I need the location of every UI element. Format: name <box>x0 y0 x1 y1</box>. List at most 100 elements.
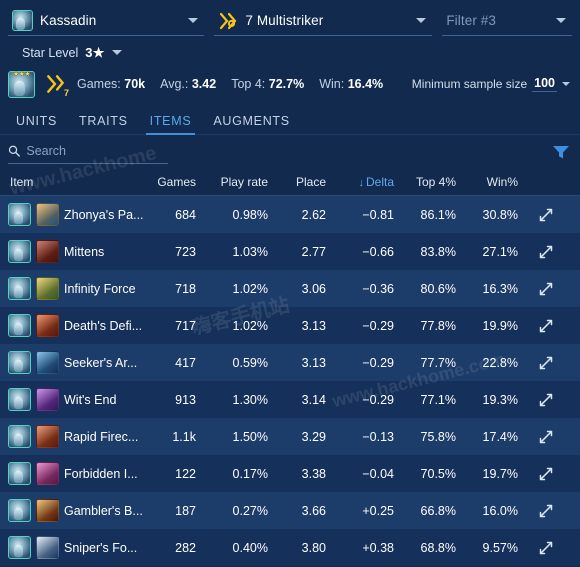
column-header-win[interactable]: Win% <box>466 175 528 189</box>
trait-filter-dropdown[interactable]: 7 Multistriker <box>214 6 433 36</box>
item-name: Forbidden I... <box>64 466 138 481</box>
expand-cell[interactable] <box>528 393 564 407</box>
expand-cell[interactable] <box>528 208 564 222</box>
table-row[interactable]: Wit's End 913 1.30% 3.14 −0.29 77.1% 19.3% <box>0 381 580 418</box>
expand-diagonal-icon[interactable] <box>539 504 553 518</box>
min-sample-size-control[interactable]: Minimum sample size 100 <box>412 76 570 92</box>
table-row[interactable]: Gambler's B... 187 0.27% 3.66 +0.25 66.8% 16.0… <box>0 492 580 529</box>
tab-augments[interactable]: AUGMENTS <box>213 114 289 134</box>
expand-diagonal-icon[interactable] <box>539 245 553 259</box>
win-cell: 17.4% <box>482 429 518 444</box>
item-cell: Rapid Firec... <box>0 425 148 448</box>
item-name: Mittens <box>64 244 105 259</box>
chevron-down-icon[interactable] <box>556 18 566 23</box>
tab-units[interactable]: UNITS <box>16 114 57 134</box>
expand-cell[interactable] <box>528 245 564 259</box>
top4-cell: 86.1% <box>420 207 456 222</box>
games-cell: 417 <box>175 355 196 370</box>
avg-stat-label: Avg.: <box>160 77 189 91</box>
column-header-games[interactable]: Games <box>148 175 206 189</box>
tab-items[interactable]: ITEMS <box>145 114 196 135</box>
table-row[interactable]: Seeker's Ar... 417 0.59% 3.13 −0.29 77.7% 22.8… <box>0 344 580 381</box>
filter-bar: Kassadin 7 Multistriker Filter #3 <box>0 0 580 36</box>
chevron-down-icon[interactable] <box>416 18 427 23</box>
play-rate-cell: 1.50% <box>232 429 268 444</box>
tab-traits[interactable]: TRAITS <box>79 114 128 134</box>
table-row[interactable]: Infinity Force 718 1.02% 3.06 −0.36 80.6% 16.3… <box>0 270 580 307</box>
champion-portrait-icon <box>8 388 31 411</box>
avg-stat: Avg.: 3.42 <box>160 77 216 91</box>
table-row[interactable]: Death's Defi... 717 1.02% 3.13 −0.29 77.8% 19.… <box>0 307 580 344</box>
expand-diagonal-icon[interactable] <box>539 393 553 407</box>
expand-cell[interactable] <box>528 467 564 481</box>
third-filter-dropdown[interactable]: Filter #3 <box>442 6 572 36</box>
items-table-body: Zhonya's Pa... 684 0.98% 2.62 −0.81 86.1% 30.8… <box>0 196 580 566</box>
star-level-filter[interactable]: Star Level 3★ <box>0 36 580 62</box>
item-cell: Seeker's Ar... <box>0 351 148 374</box>
expand-diagonal-icon[interactable] <box>539 467 553 481</box>
win-cell: 27.1% <box>482 244 518 259</box>
expand-diagonal-icon[interactable] <box>539 356 553 370</box>
star-rating-icon: ★★★ <box>12 70 31 78</box>
item-name: Seeker's Ar... <box>64 355 138 370</box>
table-row[interactable]: Zhonya's Pa... 684 0.98% 2.62 −0.81 86.1% 30.8… <box>0 196 580 233</box>
expand-diagonal-icon[interactable] <box>539 541 553 555</box>
expand-cell[interactable] <box>528 356 564 370</box>
expand-cell[interactable] <box>528 319 564 333</box>
champion-filter-dropdown[interactable]: Kassadin <box>8 6 205 36</box>
table-row[interactable]: Rapid Firec... 1.1k 1.50% 3.29 −0.13 75.8% 17.… <box>0 418 580 455</box>
item-name: Sniper's Fo... <box>64 540 138 555</box>
item-icon <box>36 240 59 263</box>
table-row[interactable]: Forbidden I... 122 0.17% 3.38 −0.04 70.5% 19.7… <box>0 455 580 492</box>
expand-cell[interactable] <box>528 282 564 296</box>
search-box[interactable] <box>8 140 168 164</box>
place-cell: 2.62 <box>301 207 326 222</box>
win-cell: 19.7% <box>482 466 518 481</box>
top4-cell: 75.8% <box>420 429 456 444</box>
expand-diagonal-icon[interactable] <box>539 208 553 222</box>
expand-cell[interactable] <box>528 541 564 555</box>
item-icon <box>36 277 59 300</box>
table-row[interactable]: Sniper's Fo... 282 0.40% 3.80 +0.38 68.8% 9.57… <box>0 529 580 566</box>
place-cell: 3.13 <box>301 318 326 333</box>
place-cell: 3.13 <box>301 355 326 370</box>
column-header-item[interactable]: Item <box>0 175 148 189</box>
expand-diagonal-icon[interactable] <box>539 430 553 444</box>
star-level-value: 3★ <box>85 44 105 60</box>
delta-cell: −0.29 <box>362 318 394 333</box>
champion-portrait-icon <box>8 314 31 337</box>
delta-cell: −0.66 <box>362 244 394 259</box>
column-header-top4[interactable]: Top 4% <box>404 175 466 189</box>
play-rate-cell: 0.98% <box>232 207 268 222</box>
chevron-down-icon[interactable] <box>188 18 199 23</box>
expand-cell[interactable] <box>528 504 564 518</box>
table-row[interactable]: Mittens 723 1.03% 2.77 −0.66 83.8% 27.1% <box>0 233 580 270</box>
place-cell: 3.80 <box>301 540 326 555</box>
item-icon <box>36 314 59 337</box>
min-sample-size-value[interactable]: 100 <box>532 76 557 92</box>
champion-portrait-icon: ★★★ <box>8 70 35 98</box>
column-header-place[interactable]: Place <box>278 175 336 189</box>
games-cell: 913 <box>175 392 196 407</box>
main-tabs: UNITS TRAITS ITEMS AUGMENTS <box>0 102 580 135</box>
expand-diagonal-icon[interactable] <box>539 282 553 296</box>
games-cell: 684 <box>175 207 196 222</box>
games-cell: 187 <box>175 503 196 518</box>
item-cell: Gambler's B... <box>0 499 148 522</box>
column-header-delta[interactable]: ↓ Delta <box>336 175 404 189</box>
expand-diagonal-icon[interactable] <box>539 319 553 333</box>
chevron-down-icon[interactable] <box>562 82 570 86</box>
filter-funnel-icon[interactable] <box>552 144 570 160</box>
item-icon <box>36 388 59 411</box>
delta-cell: −0.29 <box>362 355 394 370</box>
top4-cell: 80.6% <box>420 281 456 296</box>
expand-cell[interactable] <box>528 430 564 444</box>
item-name: Zhonya's Pa... <box>64 207 144 222</box>
column-header-play-rate[interactable]: Play rate <box>206 175 278 189</box>
item-icon <box>36 351 59 374</box>
chevron-down-icon[interactable] <box>111 50 122 55</box>
games-cell: 718 <box>175 281 196 296</box>
games-cell: 122 <box>175 466 196 481</box>
search-input[interactable] <box>26 144 168 158</box>
sort-descending-icon: ↓ <box>358 176 364 189</box>
